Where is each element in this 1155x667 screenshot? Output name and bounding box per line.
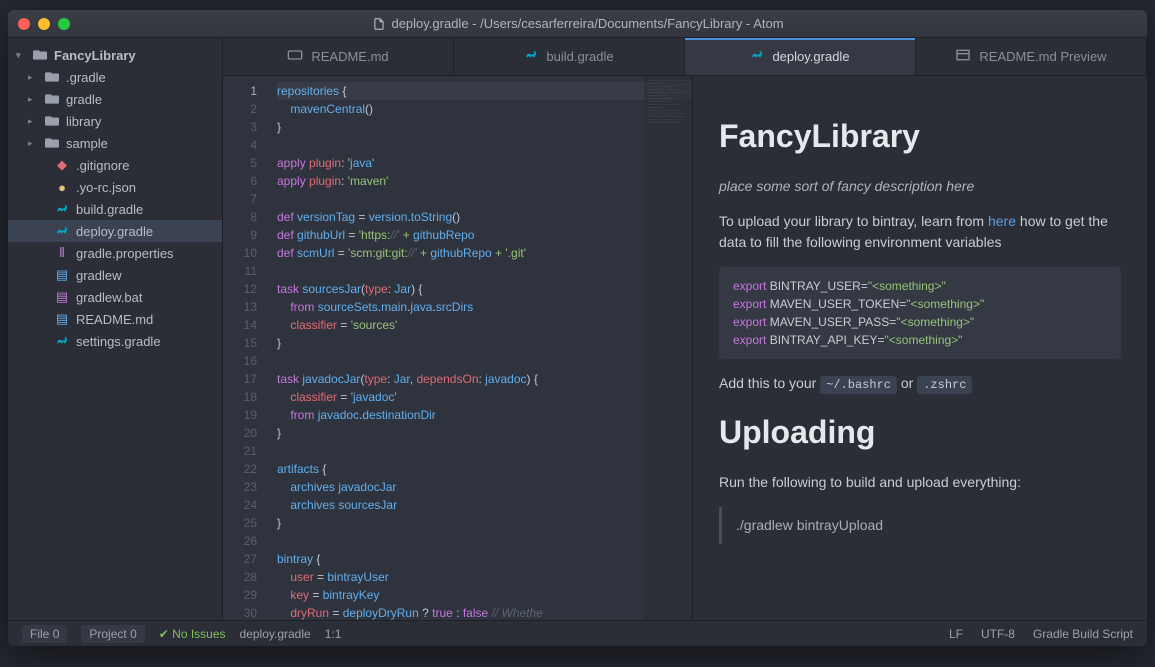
tree-folder[interactable]: ▸ sample [8,132,222,154]
tree-file[interactable]: settings.gradle [8,330,222,352]
tree-item-label: .gitignore [76,158,129,173]
tree-item-label: sample [66,136,108,151]
tree-item-label: library [66,114,101,129]
folder-icon [44,115,60,127]
file-tree[interactable]: ▾ FancyLibrary ▸ .gradle ▸ gradle ▸ library ▸ s… [8,38,223,620]
tree-item-label: settings.gradle [76,334,161,349]
tree-folder[interactable]: ▸ .gradle [8,66,222,88]
folder-icon [44,137,60,149]
file-icon [54,334,70,348]
tree-file[interactable]: ⦀ gradle.properties [8,242,222,264]
tree-file[interactable]: ● .yo-rc.json [8,176,222,198]
file-icon [54,224,70,238]
status-path: deploy.gradle [240,627,311,641]
tree-item-label: FancyLibrary [54,48,136,63]
file-icon: ▤ [54,267,70,283]
code-content[interactable]: repositories { mavenCentral()} apply plu… [267,76,692,620]
tab-build-gradle[interactable]: build.gradle [454,38,685,75]
tree-folder[interactable]: ▸ gradle [8,88,222,110]
tab-deploy-gradle[interactable]: deploy.gradle [685,38,916,75]
folder-icon [44,93,60,105]
tree-file[interactable]: ▤ gradlew [8,264,222,286]
tree-item-label: build.gradle [76,202,143,217]
preview-paragraph: To upload your library to bintray, learn… [719,211,1121,253]
code-editor[interactable]: 1234567891011121314151617181920212223242… [223,76,693,620]
tab-label: README.md Preview [979,49,1106,64]
titlebar: deploy.gradle - /Users/cesarferreira/Doc… [8,10,1147,38]
tab-readme-md-preview[interactable]: README.md Preview [916,38,1147,75]
preview-icon [955,47,971,66]
tree-folder[interactable]: ▸ library [8,110,222,132]
tree-item-label: gradle [66,92,102,107]
chevron-right-icon: ▸ [28,94,38,105]
tree-file[interactable]: build.gradle [8,198,222,220]
gradle-icon [524,48,538,65]
folder-icon [33,49,47,61]
tree-item-label: gradlew.bat [76,290,143,305]
minimap[interactable]: ▪▪▪▪▪▪▪▪▪▪▪▪▪▪ ▪▪▪▪▪▪▪▪▪▪▪▪▪▪▪▪▪▪ ▪ ▪▪▪▪… [644,76,692,620]
close-window-button[interactable] [18,18,30,30]
chevron-down-icon: ▾ [16,50,26,61]
preview-env-block: export BINTRAY_USER="<something>"export … [719,267,1121,359]
minimize-window-button[interactable] [38,18,50,30]
window-title: deploy.gradle - /Users/cesarferreira/Doc… [371,16,783,31]
tab-readme-md[interactable]: README.md [223,38,454,75]
tree-file[interactable]: deploy.gradle [8,220,222,242]
status-cursor-pos[interactable]: 1:1 [325,627,342,641]
preview-addthis: Add this to your ~/.bashrc or .zshrc [719,373,1121,394]
status-bar: File 0 Project 0 ✔ No Issues deploy.grad… [8,620,1147,646]
inline-code: .zshrc [917,376,972,394]
preview-h2: Uploading [719,408,1121,456]
inline-code: ~/.bashrc [820,376,897,394]
tree-item-label: README.md [76,312,153,327]
folder-icon [44,71,60,83]
preview-link-here[interactable]: here [988,213,1016,229]
tree-item-label: gradle.properties [76,246,174,261]
preview-h1: FancyLibrary [719,112,1121,160]
file-icon [371,17,385,31]
tree-item-label: .gradle [66,70,106,85]
file-icon: ⦀ [54,245,70,261]
tree-file[interactable]: ▤ gradlew.bat [8,286,222,308]
file-icon [54,202,70,216]
status-project-count[interactable]: Project 0 [81,625,144,643]
status-grammar[interactable]: Gradle Build Script [1033,627,1133,641]
chevron-right-icon: ▸ [28,116,38,127]
file-icon: ◆ [54,157,70,173]
status-file-count[interactable]: File 0 [22,625,67,643]
tree-root[interactable]: ▾ FancyLibrary [8,44,222,66]
markdown-preview[interactable]: FancyLibrary place some sort of fancy de… [693,76,1147,620]
tree-item-label: gradlew [76,268,122,283]
tree-item-label: deploy.gradle [76,224,153,239]
status-eol[interactable]: LF [949,627,963,641]
gradle-icon [750,48,764,65]
line-gutter: 1234567891011121314151617181920212223242… [223,76,267,620]
file-icon: ▤ [54,311,70,327]
status-encoding[interactable]: UTF-8 [981,627,1015,641]
md-icon [287,47,303,66]
chevron-right-icon: ▸ [28,72,38,83]
tree-file[interactable]: ▤ README.md [8,308,222,330]
status-issues[interactable]: ✔ No Issues [159,627,226,641]
file-icon: ● [54,180,70,195]
preview-tagline: place some sort of fancy description her… [719,178,974,194]
chevron-right-icon: ▸ [28,138,38,149]
tab-label: deploy.gradle [772,49,849,64]
file-icon: ▤ [54,289,70,305]
preview-p2: Run the following to build and upload ev… [719,472,1121,493]
tab-label: build.gradle [546,49,613,64]
tab-bar: README.md build.gradle deploy.gradle README… [223,38,1147,76]
tree-file[interactable]: ◆ .gitignore [8,154,222,176]
zoom-window-button[interactable] [58,18,70,30]
tree-item-label: .yo-rc.json [76,180,136,195]
tab-label: README.md [311,49,388,64]
preview-cmd: ./gradlew bintrayUpload [719,507,1121,544]
